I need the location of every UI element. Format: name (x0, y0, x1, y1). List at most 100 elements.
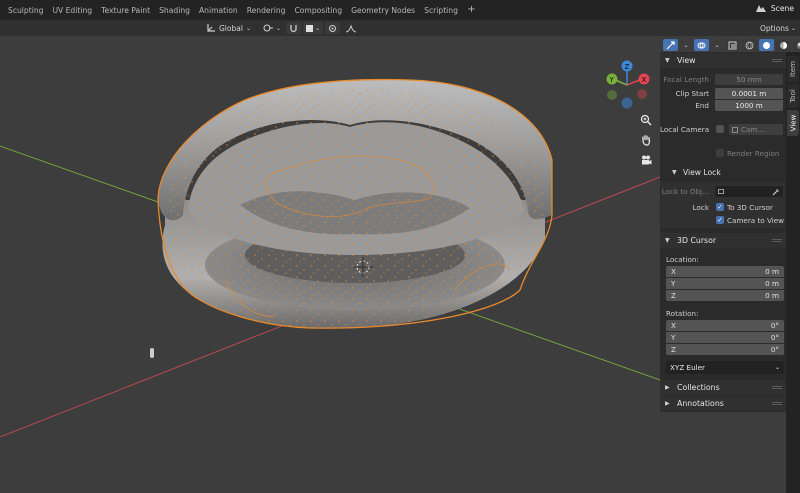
camera-view-button[interactable] (636, 150, 656, 170)
navigation-gizmo[interactable]: Z X Y (606, 60, 650, 109)
sidebar-tab-item[interactable]: Item (787, 56, 799, 82)
snap-toggle[interactable] (286, 22, 301, 34)
collections-panel-header[interactable]: ▶ Collections (660, 380, 786, 395)
tab-sculpting[interactable]: Sculpting (4, 3, 47, 18)
3d-viewport[interactable]: Z X Y (0, 36, 660, 493)
gizmo-icon (666, 40, 675, 49)
rotation-z-field[interactable]: Z 0° (666, 344, 784, 355)
chevron-down-icon: ⌄ (275, 24, 281, 32)
gizmo-x-label: X (642, 76, 647, 84)
drag-grip-icon[interactable] (772, 386, 782, 389)
tab-shading[interactable]: Shading (155, 3, 194, 18)
collapsed-triangle-icon: ▶ (665, 384, 670, 391)
falloff-dropdown[interactable] (342, 22, 360, 34)
tab-compositing[interactable]: Compositing (290, 3, 346, 18)
eyedropper-icon (772, 188, 779, 195)
solid-sphere-icon (763, 41, 771, 49)
snap-increment-icon (306, 24, 313, 32)
camera-object-icon (732, 126, 738, 133)
scene-icon (755, 5, 766, 12)
gizmo-dropdown[interactable]: ⌄ (680, 39, 692, 51)
tab-animation[interactable]: Animation (195, 3, 242, 18)
proportional-circle-icon (329, 24, 337, 32)
light-object[interactable] (150, 348, 154, 358)
camera-to-view-checkbox[interactable]: ✓ (716, 216, 724, 224)
falloff-curve-icon (345, 23, 357, 32)
annotations-panel-header[interactable]: ▶ Annotations (660, 396, 786, 411)
wireframe-sphere-icon (745, 41, 754, 49)
tab-scripting[interactable]: Scripting (420, 3, 462, 18)
local-camera-checkbox[interactable] (716, 125, 724, 133)
overlays-toggle[interactable] (694, 39, 710, 51)
clip-end-field[interactable]: 1000 m (715, 100, 783, 111)
3d-cursor-panel-header[interactable]: ▼ 3D Cursor (660, 233, 786, 248)
rotation-z-axis: Z (671, 345, 676, 354)
blender-window: Sculpting UV Editing Texture Paint Shadi… (0, 0, 800, 493)
clip-start-field[interactable]: 0.0001 m (715, 88, 783, 99)
rotation-x-axis: X (671, 321, 676, 330)
rotation-z-value: 0° (770, 345, 779, 354)
pivot-point-dropdown[interactable]: ⌄ (260, 22, 284, 34)
to-3d-cursor-checkbox[interactable]: ✓ (716, 203, 724, 211)
proportional-editing-toggle[interactable] (325, 22, 341, 34)
overlays-dropdown[interactable]: ⌄ (711, 39, 723, 51)
3d-cursor-panel-title: 3D Cursor (677, 236, 717, 245)
xray-toggle[interactable] (725, 39, 741, 51)
lock-to-object-field[interactable] (715, 186, 783, 197)
rotation-y-value: 0° (770, 333, 779, 342)
render-region-checkbox[interactable] (716, 149, 724, 157)
tab-uv-editing[interactable]: UV Editing (48, 3, 96, 18)
lock-label: Lock (692, 203, 709, 212)
view-lock-title: View Lock (683, 168, 721, 177)
options-dropdown[interactable]: Options ⌄ (757, 22, 799, 34)
add-workspace-button[interactable]: + (465, 4, 478, 17)
location-y-field[interactable]: Y 0 m (666, 278, 784, 289)
orientation-axes-icon (207, 24, 215, 32)
drag-grip-icon[interactable] (772, 59, 782, 62)
tab-texture-paint[interactable]: Texture Paint (97, 3, 154, 18)
viewport-header: Global ⌄ ⌄ ⌄ Options ⌄ (0, 20, 800, 36)
transform-orientation-dropdown[interactable]: Global ⌄ (203, 22, 254, 34)
sidebar-tab-view[interactable]: View (787, 110, 799, 136)
hand-icon (642, 135, 651, 146)
shading-rendered-button[interactable] (793, 39, 800, 51)
tab-rendering[interactable]: Rendering (243, 3, 290, 18)
zoom-view-button[interactable] (636, 110, 656, 130)
tab-geometry-nodes[interactable]: Geometry Nodes (347, 3, 419, 18)
sidebar-tab-view-label: View (789, 114, 797, 132)
shading-wireframe-button[interactable] (742, 39, 758, 51)
pan-view-button[interactable] (636, 130, 656, 150)
drag-grip-icon[interactable] (772, 402, 782, 405)
rotation-x-field[interactable]: X 0° (666, 320, 784, 331)
view-panel-header[interactable]: ▼ View (660, 53, 786, 68)
location-z-field[interactable]: Z 0 m (666, 290, 784, 301)
chevron-down-icon: ⌄ (245, 24, 251, 32)
location-x-value: 0 m (765, 267, 779, 276)
location-x-axis: X (671, 267, 676, 276)
location-y-axis: Y (671, 279, 676, 288)
view-lock-subpanel-header[interactable]: ▼ View Lock (666, 166, 782, 179)
workspace-tab-bar: Sculpting UV Editing Texture Paint Shadi… (0, 0, 800, 20)
expanded-triangle-icon: ▼ (672, 169, 677, 176)
selected-mesh-object[interactable] (157, 78, 553, 329)
location-label: Location: (666, 255, 699, 264)
snap-target-dropdown[interactable]: ⌄ (303, 22, 324, 34)
render-region-label: Render Region (727, 149, 780, 158)
rotation-y-field[interactable]: Y 0° (666, 332, 784, 343)
drag-grip-icon[interactable] (772, 239, 782, 242)
shading-material-button[interactable] (776, 39, 792, 51)
collapsed-triangle-icon: ▶ (665, 400, 670, 407)
location-x-field[interactable]: X 0 m (666, 266, 784, 277)
rotation-y-axis: Y (671, 333, 676, 342)
local-camera-field: Cam... (729, 124, 783, 135)
view-panel-title: View (677, 56, 696, 65)
gizmo-z-label: Z (625, 63, 630, 71)
sidebar-tab-tool[interactable]: Tool (787, 84, 799, 108)
gizmo-toggle[interactable] (663, 39, 679, 51)
gizmo-y-label: Y (609, 76, 615, 84)
overlays-icon (697, 42, 706, 48)
location-y-value: 0 m (765, 279, 779, 288)
shading-solid-button[interactable] (759, 39, 775, 51)
rotation-mode-dropdown[interactable]: XYZ Euler ⌄ (666, 361, 784, 374)
scene-selector[interactable]: Scene (755, 3, 794, 13)
